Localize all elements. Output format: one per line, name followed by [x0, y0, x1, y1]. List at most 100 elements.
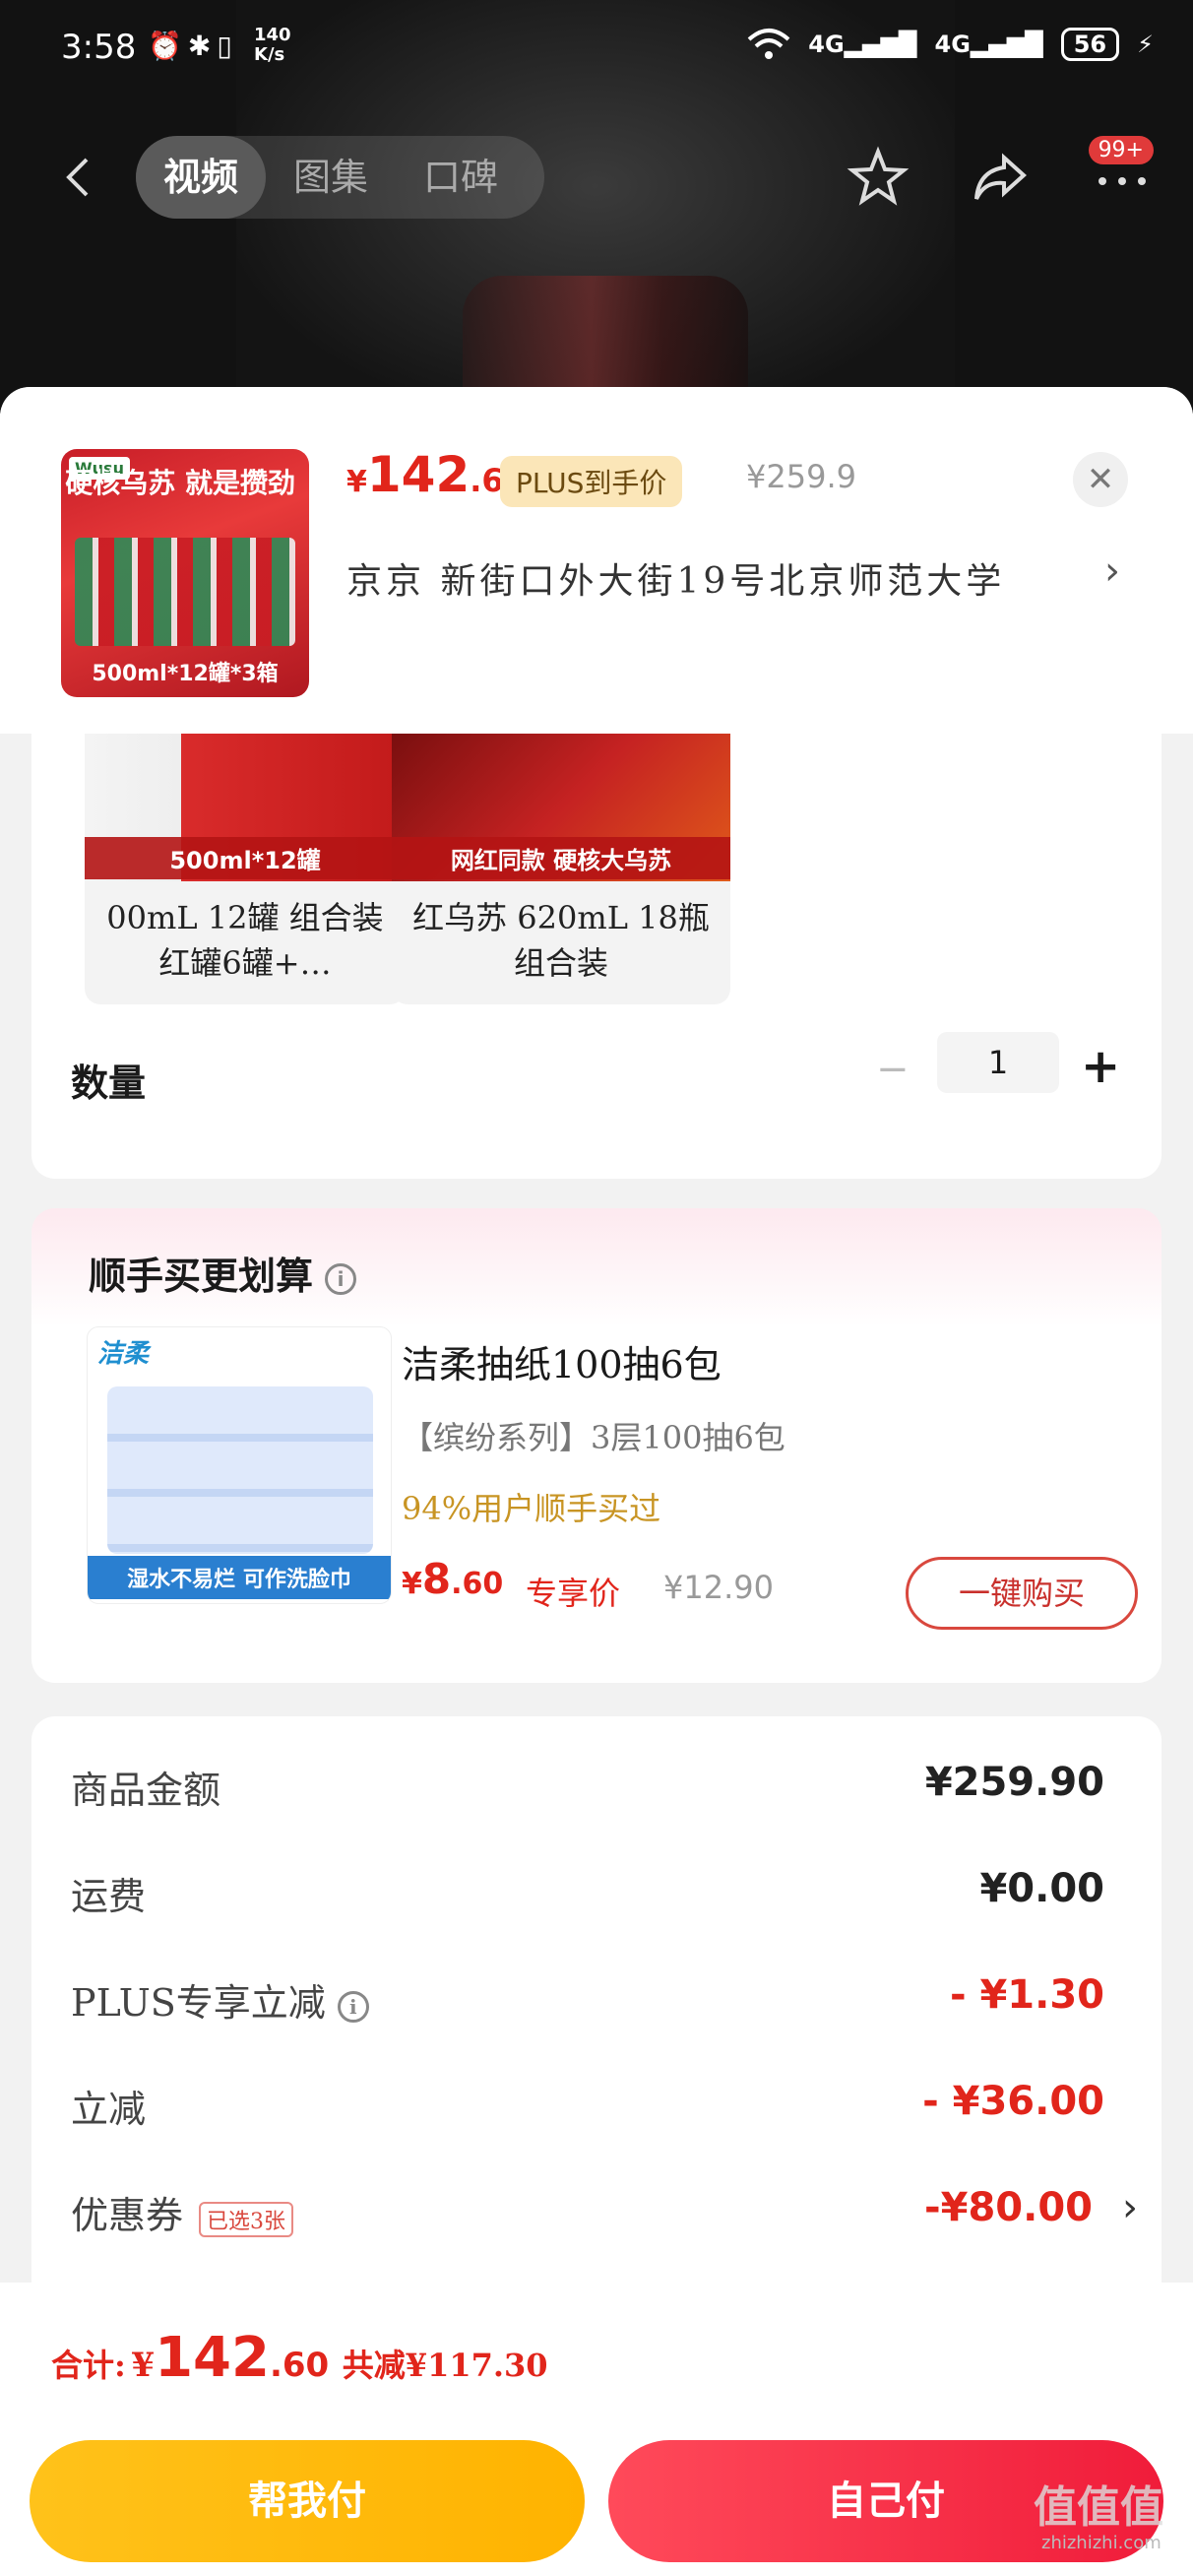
addon-brand: 洁柔	[97, 1339, 150, 1369]
total-integer: 142	[155, 2326, 270, 2390]
addon-card: 顺手买更划算 i 洁柔 湿水不易烂 可作洗脸巾 洁柔抽纸100抽6包 【缤纷系列】…	[31, 1208, 1162, 1683]
info-icon[interactable]: i	[325, 1262, 357, 1295]
status-icons: ⏰✱▯	[148, 30, 238, 62]
addon-product-name[interactable]: 洁柔抽纸100抽6包	[402, 1334, 722, 1388]
net-speed: 140 K/s	[254, 26, 291, 65]
summary-value: - ¥36.00	[922, 2079, 1104, 2124]
exclusive-price-label: 专享价	[526, 1575, 621, 1612]
summary-row-subtotal: 商品金额 ¥259.90	[31, 1736, 1162, 1835]
summary-row-discount: 立减 - ¥36.00	[31, 2055, 1162, 2154]
top-navigation: 视频 图集 口碑 99+	[0, 128, 1193, 226]
variant-name: 00mL 12罐 组合装 红罐6罐+…	[106, 899, 384, 982]
addon-price-integer: 8	[421, 1555, 452, 1603]
signal-1-label: 4G	[808, 31, 845, 58]
summary-label-text: PLUS专享立减	[71, 1981, 326, 2025]
watermark-url: zhizhizhi.com	[1041, 2533, 1162, 2553]
summary-value: - ¥1.30	[949, 1972, 1104, 2018]
summary-label: 立减	[71, 2088, 147, 2131]
checkout-bar: 合计: ¥142.60 共减¥117.30 帮我付 自己付	[0, 2283, 1193, 2576]
addon-price-symbol: ¥	[402, 1567, 422, 1601]
price-decimal: .6	[470, 462, 504, 499]
summary-label: 商品金额	[71, 1769, 221, 1812]
help-me-pay-button[interactable]: 帮我付	[30, 2440, 585, 2562]
addon-title-text: 顺手买更划算	[89, 1255, 314, 1298]
summary-label-text: 优惠券	[71, 2194, 184, 2237]
back-arrow-icon[interactable]	[57, 156, 100, 199]
share-icon[interactable]	[969, 146, 1032, 209]
net-speed-value: 140	[254, 25, 291, 45]
purchase-sheet: Wusu 硬核乌苏 就是攒劲 500ml*12罐*3箱 ¥142.6 PLUS到…	[0, 387, 1193, 2576]
variant-image: 网红同款 硬核大乌苏	[392, 734, 730, 881]
chevron-right-icon[interactable]: ›	[1104, 548, 1120, 594]
summary-value: -¥80.00	[924, 2185, 1093, 2230]
charging-icon: ⚡	[1137, 31, 1154, 58]
one-click-buy-button[interactable]: 一键购买	[906, 1557, 1138, 1630]
thumb-size: 500ml*12罐*3箱	[92, 662, 279, 686]
summary-value: ¥0.00	[979, 1866, 1104, 1911]
quantity-minus-button[interactable]: −	[876, 1047, 910, 1092]
variant-option[interactable]: 网红同款 硬核大乌苏 红乌苏 620mL 18瓶 组合装	[392, 734, 730, 1004]
signal-1: 4G▂▄▆█	[808, 31, 917, 58]
total-decimal: .60	[269, 2346, 330, 2385]
addon-price-decimal: .60	[451, 1567, 504, 1601]
summary-row-coupon[interactable]: 优惠券 已选3张 -¥80.00 ›	[31, 2161, 1162, 2260]
chevron-right-icon[interactable]: ›	[1122, 2185, 1138, 2230]
variant-caption: 网红同款 硬核大乌苏	[392, 837, 730, 879]
addon-spec: 【缤纷系列】3层100抽6包	[402, 1419, 785, 1456]
tissue-boxes	[107, 1386, 373, 1554]
status-right: 4G▂▄▆█ 4G▂▄▆█ 56 ⚡	[747, 28, 1154, 61]
net-speed-unit: K/s	[254, 44, 285, 65]
total-saved: 共减¥117.30	[342, 2347, 548, 2384]
status-time: 3:58	[61, 28, 137, 67]
variant-selector: 500ml*12罐 00mL 12罐 组合装 红罐6罐+… 网红同款 硬核大乌苏…	[31, 734, 1162, 1179]
quantity-input[interactable]: 1	[937, 1032, 1059, 1093]
addon-title: 顺手买更划算 i	[89, 1246, 357, 1300]
summary-label: 优惠券 已选3张	[71, 2185, 294, 2239]
price-integer: 142	[366, 446, 471, 503]
tab-reviews[interactable]: 口碑	[396, 136, 526, 219]
summary-value: ¥259.90	[924, 1760, 1104, 1805]
info-icon[interactable]: i	[337, 1990, 369, 2023]
status-bar: 3:58 ⏰✱▯ 140 K/s 4G▂▄▆█ 4G▂▄▆█ 56 ⚡	[0, 0, 1193, 98]
addon-product-image[interactable]: 洁柔 湿水不易烂 可作洗脸巾	[87, 1326, 392, 1604]
total-label: 合计:	[51, 2347, 126, 2384]
variant-image: 500ml*12罐	[85, 734, 406, 881]
sheet-header: Wusu 硬核乌苏 就是攒劲 500ml*12罐*3箱 ¥142.6 PLUS到…	[0, 387, 1193, 734]
price-symbol: ¥	[346, 465, 367, 499]
notification-badge: 99+	[1088, 136, 1154, 164]
thumb-cans	[75, 538, 295, 646]
addon-popularity: 94%用户顺手买过	[402, 1490, 661, 1527]
summary-row-plus-discount: PLUS专享立减 i - ¥1.30	[31, 1949, 1162, 2047]
battery-indicator: 56	[1060, 28, 1120, 61]
total-symbol: ¥	[131, 2346, 156, 2385]
original-price: ¥259.9	[746, 458, 856, 495]
nav-actions: 99+	[847, 136, 1154, 209]
thumb-headline: 硬核乌苏 就是攒劲	[65, 467, 295, 499]
wifi-icon	[747, 29, 790, 59]
star-icon[interactable]	[847, 146, 910, 209]
plus-price-tag: PLUS到手价	[500, 456, 683, 507]
signal-2-label: 4G	[934, 31, 971, 58]
variant-name: 红乌苏 620mL 18瓶 组合装	[412, 899, 710, 982]
close-button[interactable]: ✕	[1073, 452, 1128, 507]
price-summary: 商品金额 ¥259.90 运费 ¥0.00 PLUS专享立减 i - ¥1.30 …	[31, 1716, 1162, 2307]
addon-price: ¥8.60	[402, 1555, 503, 1603]
quantity-plus-button[interactable]: +	[1081, 1039, 1120, 1094]
coupon-selected-tag: 已选3张	[199, 2201, 294, 2237]
addon-original-price: ¥12.90	[663, 1569, 774, 1606]
product-thumbnail: Wusu 硬核乌苏 就是攒劲 500ml*12罐*3箱	[61, 449, 309, 697]
summary-label: PLUS专享立减 i	[71, 1972, 369, 2027]
summary-row-shipping: 运费 ¥0.00	[31, 1842, 1162, 1941]
tab-video[interactable]: 视频	[136, 136, 267, 219]
more-menu[interactable]: 99+	[1088, 136, 1154, 209]
signal-2: 4G▂▄▆█	[934, 31, 1043, 58]
delivery-address[interactable]: 京京 新街口外大街19号北京师范大学	[346, 552, 1005, 604]
variant-option[interactable]: 500ml*12罐 00mL 12罐 组合装 红罐6罐+…	[85, 734, 406, 1004]
media-tabs: 视频 图集 口碑	[136, 136, 544, 219]
summary-label: 运费	[71, 1875, 147, 1918]
variant-caption: 500ml*12罐	[85, 837, 406, 879]
addon-banner: 湿水不易烂 可作洗脸巾	[88, 1556, 391, 1599]
quantity-label: 数量	[71, 1062, 147, 1105]
total-line: 合计: ¥142.60 共减¥117.30	[51, 2326, 548, 2390]
tab-gallery[interactable]: 图集	[266, 136, 396, 219]
